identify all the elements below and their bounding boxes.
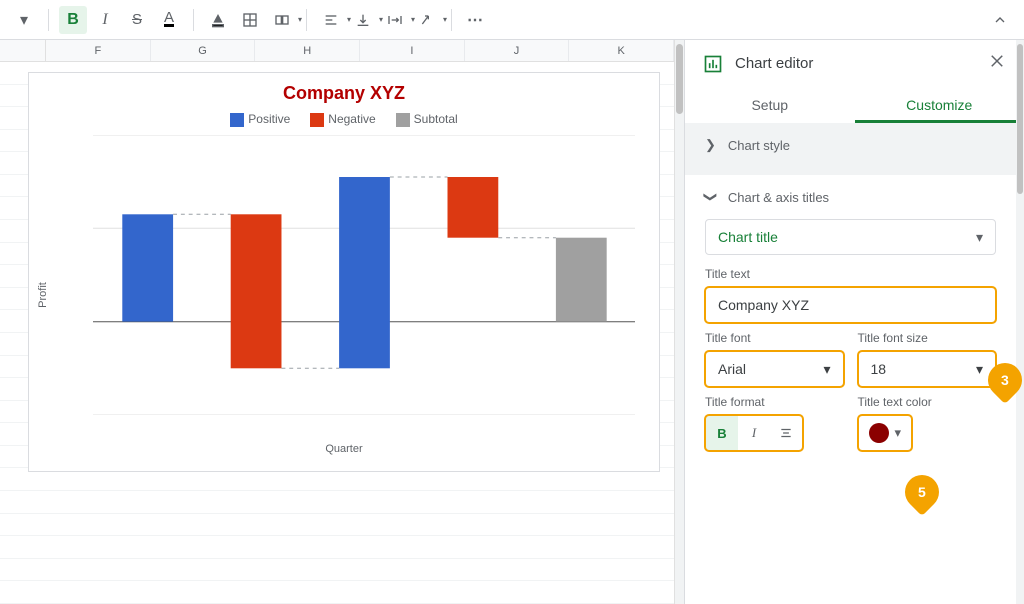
- formatting-toolbar: ▾ B I S A ▾ ▾ ▾ ▾ ▾ ⋯: [0, 0, 1024, 40]
- label-title-font-size: Title font size: [858, 331, 997, 345]
- toolbar-separator: [306, 9, 307, 31]
- close-button[interactable]: [988, 52, 1006, 75]
- color-swatch: [869, 423, 889, 443]
- chevron-down-icon: ▾: [976, 361, 983, 378]
- merge-button[interactable]: ▾: [268, 6, 296, 34]
- format-italic-button[interactable]: I: [738, 416, 770, 450]
- col-header[interactable]: J: [465, 40, 570, 61]
- editor-title: Chart editor: [735, 55, 813, 72]
- col-header[interactable]: H: [255, 40, 360, 61]
- chart-icon: [703, 54, 723, 74]
- editor-scrollbar[interactable]: [1016, 40, 1024, 604]
- section-label: Chart & axis titles: [728, 190, 829, 205]
- spreadsheet-area: F G H I J K Company XYZ: [0, 40, 674, 604]
- italic-button[interactable]: I: [91, 6, 119, 34]
- toolbar-collapse-button[interactable]: [986, 6, 1014, 34]
- col-header[interactable]: G: [151, 40, 256, 61]
- label-title-text: Title text: [705, 267, 996, 281]
- chevron-down-icon: ▾: [895, 425, 902, 441]
- scroll-thumb[interactable]: [676, 44, 683, 114]
- rotate-button[interactable]: ▾: [413, 6, 441, 34]
- fill-color-button[interactable]: [204, 6, 232, 34]
- y-axis-label: Profit: [37, 282, 49, 308]
- title-text-input[interactable]: [705, 287, 996, 323]
- select-all-corner[interactable]: [0, 40, 46, 61]
- select-value: Arial: [718, 361, 746, 377]
- text-color-button[interactable]: A: [155, 6, 183, 34]
- chevron-down-icon: ❯: [702, 192, 718, 203]
- format-bold-button[interactable]: B: [706, 416, 738, 450]
- section-label: Chart style: [728, 138, 790, 153]
- col-header[interactable]: K: [569, 40, 674, 61]
- title-font-select[interactable]: Arial ▾: [705, 351, 844, 387]
- chart-editor-panel: Chart editor Setup Customize ❯ Chart sty…: [684, 40, 1024, 604]
- toolbar-dropdown[interactable]: ▾: [10, 6, 38, 34]
- chart-title: Company XYZ: [29, 73, 659, 104]
- halign-button[interactable]: ▾: [317, 6, 345, 34]
- tab-setup[interactable]: Setup: [685, 87, 855, 123]
- toolbar-separator: [451, 9, 452, 31]
- title-font-size-select[interactable]: 18 ▾: [858, 351, 997, 387]
- x-axis-label: Quarter: [29, 443, 659, 455]
- label-title-font: Title font: [705, 331, 844, 345]
- section-body: Chart title ▾ Title text Title font Aria…: [685, 219, 1016, 461]
- title-color-picker[interactable]: ▾: [858, 415, 913, 451]
- label-title-format: Title format: [705, 395, 844, 409]
- scroll-thumb[interactable]: [1017, 44, 1023, 194]
- select-value: 18: [871, 361, 887, 377]
- wrap-button[interactable]: ▾: [381, 6, 409, 34]
- chart-legend: Positive Negative Subtotal: [29, 112, 659, 127]
- chevron-right-icon: ❯: [705, 137, 716, 153]
- toolbar-separator: [193, 9, 194, 31]
- chevron-down-icon: ▾: [976, 229, 983, 246]
- format-align-button[interactable]: [770, 416, 802, 450]
- valign-button[interactable]: ▾: [349, 6, 377, 34]
- col-header[interactable]: I: [360, 40, 465, 61]
- tab-customize[interactable]: Customize: [855, 87, 1024, 123]
- col-header[interactable]: F: [46, 40, 151, 61]
- section-chart-axis-titles[interactable]: ❯ Chart & axis titles: [685, 175, 1016, 219]
- bold-button[interactable]: B: [59, 6, 87, 34]
- borders-button[interactable]: [236, 6, 264, 34]
- label-title-color: Title text color: [858, 395, 997, 409]
- editor-tabs: Setup Customize: [685, 87, 1024, 123]
- chevron-down-icon: ▾: [823, 361, 830, 378]
- section-chart-style[interactable]: ❯ Chart style: [685, 123, 1016, 167]
- vertical-scrollbar[interactable]: [674, 40, 684, 604]
- chart-plot: $400,000 $200,000 $0 -$200,000 Q1 2021 Q…: [93, 135, 635, 415]
- cell-grid[interactable]: Company XYZ Positive Negative Subtotal P…: [0, 62, 674, 604]
- column-header-row: F G H I J K: [0, 40, 674, 62]
- select-value: Chart title: [718, 229, 778, 245]
- more-button[interactable]: ⋯: [462, 6, 490, 34]
- annotation-5: 5: [898, 468, 946, 516]
- strike-button[interactable]: S: [123, 6, 151, 34]
- title-format-group: B I: [705, 415, 803, 451]
- toolbar-separator: [48, 9, 49, 31]
- embedded-chart[interactable]: Company XYZ Positive Negative Subtotal P…: [28, 72, 660, 472]
- title-type-select[interactable]: Chart title ▾: [705, 219, 996, 255]
